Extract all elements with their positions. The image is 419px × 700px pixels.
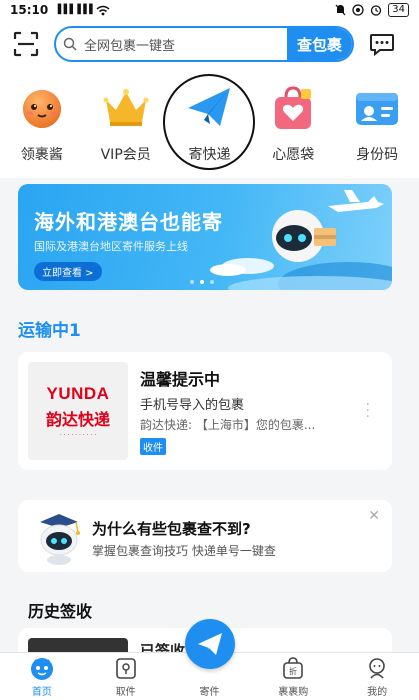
banner-subtitle: 国际及港澳台地区寄件服务上线 (34, 240, 188, 253)
quick-item-label: VIP会员 (100, 147, 151, 163)
mascot-face-icon (16, 82, 68, 134)
logo-chinese: 韵达快递 (45, 409, 110, 429)
tab-home[interactable]: 首页 (12, 655, 72, 698)
heart-bag-icon (267, 82, 319, 134)
crown-icon (100, 82, 152, 134)
id-card-icon (351, 82, 403, 134)
tab-label: 寄件 (199, 687, 220, 698)
transit-section-title: 运输中1 (18, 321, 81, 341)
tab-shop[interactable]: 折 裹裹购 (263, 655, 323, 698)
svg-text:折: 折 (289, 666, 297, 676)
logo-english: YUNDA (46, 383, 110, 403)
search-button[interactable]: 查包裹 (286, 28, 352, 60)
tab-label: 取件 (115, 687, 136, 698)
promo-banner[interactable]: 海外和港澳台也能寄 国际及港澳台地区寄件服务上线 立即查看 > (18, 184, 392, 290)
profile-icon (364, 655, 390, 681)
quick-item-label: 寄快递 (188, 147, 231, 163)
scan-icon[interactable] (12, 30, 40, 58)
paper-plane-icon (183, 82, 235, 134)
bottom-tab-bar: 首页 取件 寄件 折 裹裹购 我的 (0, 619, 419, 700)
package-name: 温馨提示中 (140, 370, 221, 389)
shopping-bag-icon: 折 (280, 655, 306, 681)
pickup-icon (113, 655, 139, 681)
banner-title: 海外和港澳台也能寄 (34, 210, 223, 234)
wifi-icon (96, 5, 110, 15)
package-description: 韵达快递: 【上海市】您的包裹... (140, 418, 316, 432)
quick-menu: 领裹酱 VIP会员 寄快递 心愿袋 身份码 (0, 68, 419, 238)
quick-item-id-code[interactable]: 身份码 (341, 82, 413, 178)
status-time: 15:10 (10, 3, 49, 17)
quick-item-vip[interactable]: VIP会员 (90, 82, 162, 178)
quick-item-label: 心愿袋 (272, 147, 315, 163)
robot-mascot-icon (40, 514, 80, 565)
yunda-logo: YUNDA 韵达快递 · · · · · · · · · · (28, 362, 128, 460)
tab-profile[interactable]: 我的 (347, 655, 407, 698)
tab-pickup[interactable]: 取件 (96, 655, 156, 698)
home-mascot-icon (29, 655, 55, 681)
tip-detail: 掌握包裹查询技巧 快递单号一键查 (92, 544, 276, 558)
target-icon (352, 4, 364, 16)
logo-tagline-mark: · · · · · · · · · · (59, 431, 97, 439)
close-icon[interactable]: ✕ (368, 508, 380, 524)
tab-label: 裹裹购 (278, 687, 309, 698)
banner-cta-button[interactable]: 立即查看 > (34, 262, 102, 281)
mute-icon (335, 4, 346, 16)
search-input[interactable]: 全网包裹一键查 (84, 35, 287, 54)
signal-icon: ▐▐▐ ▐▐▐ (54, 5, 92, 15)
banner-carousel-dots (190, 280, 214, 284)
top-bar: 全网包裹一键查 查包裹 (0, 20, 419, 68)
alarm-icon (371, 5, 382, 16)
tab-label: 首页 (31, 687, 52, 698)
status-bar: 15:10 ▐▐▐ ▐▐▐ 34 (0, 0, 419, 20)
quick-item-lingguojiang[interactable]: 领裹酱 (6, 82, 78, 178)
message-icon[interactable] (368, 30, 396, 58)
more-options-icon[interactable]: · · · (366, 398, 370, 424)
quick-item-send-express[interactable]: 寄快递 (163, 74, 256, 178)
package-subtitle: 手机号导入的包裹 (140, 398, 245, 413)
quick-item-label: 领裹酱 (20, 147, 63, 163)
tab-send[interactable]: 寄件 (179, 619, 239, 698)
quick-item-wish-bag[interactable]: 心愿袋 (257, 82, 329, 178)
history-section-title: 历史签收 (28, 602, 93, 621)
battery-indicator: 34 (388, 3, 409, 17)
tip-question: 为什么有些包裹查不到? (92, 520, 251, 538)
quick-item-label: 身份码 (356, 147, 399, 163)
search-bar: 全网包裹一键查 查包裹 (54, 26, 354, 62)
send-plane-icon (185, 619, 236, 669)
tab-label: 我的 (367, 687, 388, 698)
package-status-badge: 收件 (140, 438, 166, 455)
search-icon (56, 37, 84, 51)
package-card[interactable]: YUNDA 韵达快递 · · · · · · · · · · 温馨提示中 手机号… (18, 352, 392, 470)
tip-card[interactable]: 为什么有些包裹查不到? 掌握包裹查询技巧 快递单号一键查 ✕ (18, 500, 392, 572)
